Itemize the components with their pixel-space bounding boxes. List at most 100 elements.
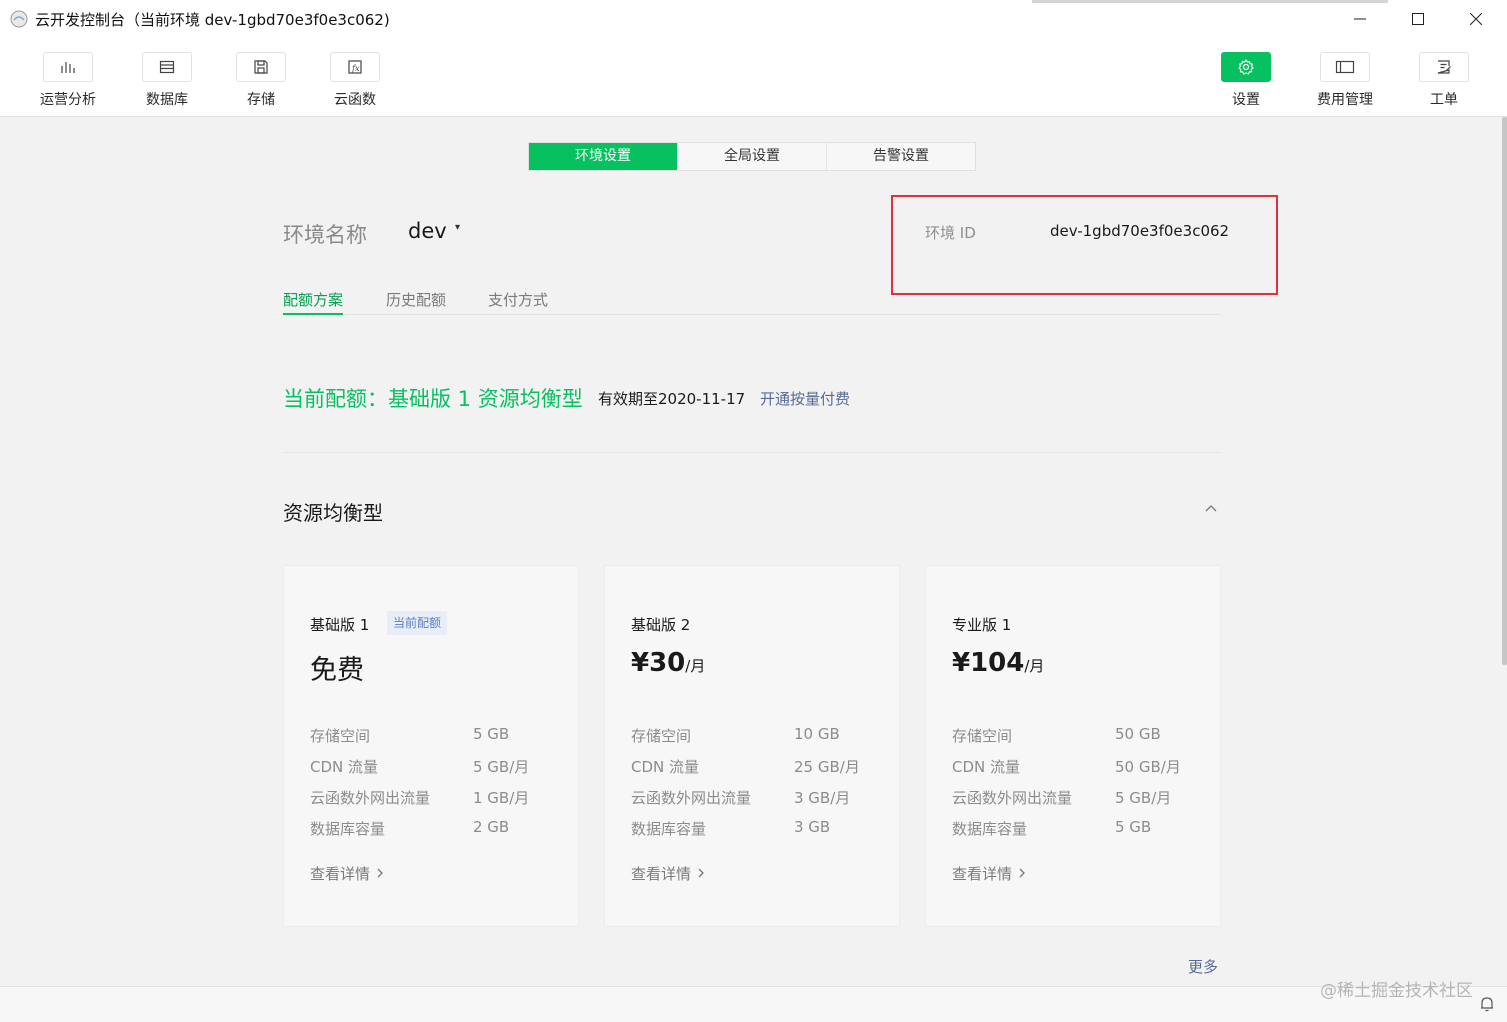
view-details-label: 查看详情 — [631, 865, 692, 883]
spec-row: 数据库容量 2 GB — [310, 818, 560, 838]
spec-row: 数据库容量 5 GB — [952, 818, 1202, 838]
settings-tabs: 环境设置 全局设置 告警设置 — [528, 142, 976, 171]
spec-key: 云函数外网出流量 — [952, 789, 1073, 807]
watermark-text: @稀土掘金技术社区 — [1320, 981, 1473, 1001]
spec-key: 云函数外网出流量 — [631, 789, 752, 807]
spec-value: 50 GB/月 — [1115, 758, 1181, 776]
spec-value: 2 GB — [473, 818, 510, 836]
scrollbar[interactable] — [1502, 117, 1507, 665]
window-title: 云开发控制台（当前环境 dev-1gbd70e3f0e3c062) — [35, 11, 390, 29]
plan-card-pro-1[interactable]: 专业版 1 ¥104/月 存储空间 50 GB CDN 流量 50 GB/月 云函数… — [925, 565, 1221, 927]
spec-key: 存储空间 — [310, 727, 371, 745]
toolbar-analytics-box — [43, 52, 93, 82]
spec-row: CDN 流量 50 GB/月 — [952, 756, 1202, 776]
env-id-value: dev-1gbd70e3f0e3c062 — [1050, 222, 1230, 240]
window-titlebar: 云开发控制台（当前环境 dev-1gbd70e3f0e3c062) — [0, 0, 1507, 38]
close-icon — [1470, 13, 1482, 25]
spec-value: 1 GB/月 — [473, 789, 530, 807]
spec-value: 25 GB/月 — [794, 758, 860, 776]
view-details-link[interactable]: 查看详情 — [310, 863, 385, 884]
app-logo-icon — [10, 10, 28, 28]
spec-value: 5 GB — [1115, 818, 1152, 836]
toolbar-storage-label: 存储 — [247, 92, 275, 108]
spec-value: 5 GB/月 — [1115, 789, 1172, 807]
toolbar-billing[interactable]: 费用管理 — [1300, 52, 1390, 109]
quota-expiry-text: 有效期至2020-11-17 — [598, 390, 746, 408]
plan-price: 免费 — [310, 648, 364, 687]
spec-row: 云函数外网出流量 1 GB/月 — [310, 787, 560, 807]
enable-pay-as-you-go-link[interactable]: 开通按量付费 — [760, 388, 850, 409]
subtab-history-quota[interactable]: 历史配额 — [386, 289, 446, 310]
plan-price: ¥30/月 — [631, 648, 705, 678]
gear-icon — [1238, 58, 1254, 75]
toolbar-database-box — [142, 52, 192, 82]
wallet-icon — [1335, 60, 1355, 74]
maximize-button[interactable] — [1389, 0, 1447, 38]
toolbar-storage[interactable]: 存储 — [216, 52, 306, 109]
database-icon — [159, 60, 175, 74]
plan-price-amount: 免费 — [310, 655, 364, 686]
spec-row: CDN 流量 5 GB/月 — [310, 756, 560, 776]
toolbar-settings-box — [1221, 52, 1271, 82]
view-details-label: 查看详情 — [310, 865, 371, 883]
minimize-button[interactable] — [1331, 0, 1389, 38]
toolbar-billing-box — [1320, 52, 1370, 82]
view-details-link[interactable]: 查看详情 — [631, 863, 706, 884]
spec-key: 数据库容量 — [631, 820, 707, 838]
subtab-payment-method[interactable]: 支付方式 — [488, 289, 548, 310]
env-select[interactable]: dev — [408, 219, 447, 243]
toolbar-billing-label: 费用管理 — [1317, 92, 1373, 108]
plan-price-unit: /月 — [1024, 657, 1045, 675]
toolbar-ticket[interactable]: 工单 — [1399, 52, 1489, 109]
plan-card-basic-1[interactable]: 基础版 1 当前配额 免费 存储空间 5 GB CDN 流量 5 GB/月 云函数外… — [283, 565, 579, 927]
svg-text:fx: fx — [351, 64, 360, 73]
toolbar-functions[interactable]: fx 云函数 — [310, 52, 400, 109]
view-details-label: 查看详情 — [952, 865, 1013, 883]
spec-row: 存储空间 50 GB — [952, 725, 1202, 745]
toolbar-functions-label: 云函数 — [334, 92, 376, 108]
env-id-label: 环境 ID — [925, 224, 976, 242]
plan-name: 专业版 1 — [952, 616, 1012, 634]
chevron-up-icon[interactable] — [1202, 500, 1220, 518]
main-toolbar: 运营分析 数据库 存储 fx 云函数 设置 费用管理 工单 — [0, 38, 1507, 117]
spec-key: 数据库容量 — [310, 820, 386, 838]
toolbar-functions-box: fx — [330, 52, 380, 82]
toolbar-analytics[interactable]: 运营分析 — [23, 52, 113, 109]
chevron-right-icon — [377, 868, 383, 878]
toolbar-ticket-label: 工单 — [1430, 92, 1458, 108]
tab-alert-settings[interactable]: 告警设置 — [827, 143, 975, 170]
close-button[interactable] — [1447, 0, 1505, 38]
more-link[interactable]: 更多 — [1188, 956, 1218, 977]
spec-value: 10 GB — [794, 725, 840, 743]
view-details-link[interactable]: 查看详情 — [952, 863, 1027, 884]
spec-key: 存储空间 — [631, 727, 692, 745]
spec-value: 3 GB — [794, 818, 831, 836]
quota-subtabs: 配额方案 历史配额 支付方式 — [283, 289, 1221, 315]
spec-row: 云函数外网出流量 5 GB/月 — [952, 787, 1202, 807]
spec-value: 5 GB — [473, 725, 510, 743]
section-divider — [283, 452, 1221, 453]
subtab-quota-plan[interactable]: 配额方案 — [283, 289, 344, 315]
toolbar-database-label: 数据库 — [146, 92, 188, 108]
toolbar-database[interactable]: 数据库 — [122, 52, 212, 109]
current-plan-badge: 当前配额 — [387, 611, 448, 635]
spec-key: 数据库容量 — [952, 820, 1028, 838]
current-quota-text: 当前配额：基础版 1 资源均衡型 — [283, 387, 583, 411]
tab-global-settings[interactable]: 全局设置 — [678, 143, 827, 170]
spec-row: 云函数外网出流量 3 GB/月 — [631, 787, 881, 807]
spec-key: 云函数外网出流量 — [310, 789, 431, 807]
toolbar-analytics-label: 运营分析 — [40, 92, 96, 108]
toolbar-settings-label: 设置 — [1232, 92, 1260, 108]
tab-env-settings[interactable]: 环境设置 — [529, 143, 678, 170]
function-icon: fx — [348, 60, 362, 74]
spec-value: 50 GB — [1115, 725, 1161, 743]
spec-key: CDN 流量 — [631, 758, 700, 776]
spec-key: CDN 流量 — [310, 758, 379, 776]
toolbar-settings[interactable]: 设置 — [1201, 52, 1291, 109]
plan-price-amount: ¥104 — [952, 648, 1025, 678]
caret-down-icon[interactable]: ▾ — [455, 222, 460, 233]
plan-card-basic-2[interactable]: 基础版 2 ¥30/月 存储空间 10 GB CDN 流量 25 GB/月 云函数外… — [604, 565, 900, 927]
save-icon — [254, 60, 268, 74]
bell-icon[interactable] — [1478, 995, 1496, 1013]
bar-chart-icon — [61, 62, 75, 73]
